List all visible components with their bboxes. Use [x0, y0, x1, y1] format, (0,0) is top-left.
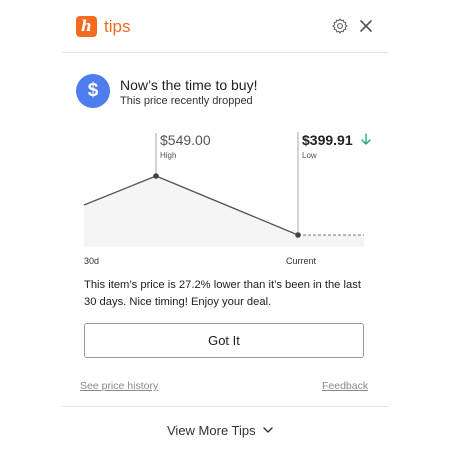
close-icon[interactable]	[356, 16, 376, 36]
view-more-tips-button[interactable]: View More Tips	[167, 423, 273, 438]
deal-description: This item’s price is 27.2% lower than it…	[84, 279, 361, 308]
footer-divider	[62, 406, 388, 407]
header: h tips	[62, 0, 388, 53]
feedback-link[interactable]: Feedback	[322, 380, 368, 392]
x-label-start: 30d	[84, 256, 99, 266]
low-price: $399.91	[302, 132, 353, 148]
see-price-history-link[interactable]: See price history	[80, 380, 158, 392]
honey-logo: h	[76, 16, 97, 37]
chevron-down-icon	[262, 427, 273, 433]
view-more-label: View More Tips	[167, 423, 256, 438]
tips-panel: h tips $ Now’s the time to buy! This pri…	[62, 0, 388, 450]
alert-subtitle: This price recently dropped	[120, 95, 253, 107]
low-label: Low	[302, 151, 317, 160]
high-label: High	[160, 151, 176, 160]
dollar-icon: $	[76, 74, 110, 108]
gear-icon[interactable]	[331, 17, 349, 35]
chart-area	[84, 176, 364, 247]
high-price: $549.00	[160, 132, 211, 148]
alert-title: Now’s the time to buy!	[120, 77, 258, 93]
high-point	[153, 173, 159, 179]
price-line	[83, 175, 299, 236]
down-arrow-icon	[361, 133, 371, 145]
current-point	[295, 232, 301, 238]
x-label-current: Current	[286, 256, 317, 266]
got-it-button[interactable]: Got It	[84, 323, 364, 358]
brand-name: tips	[104, 17, 131, 36]
